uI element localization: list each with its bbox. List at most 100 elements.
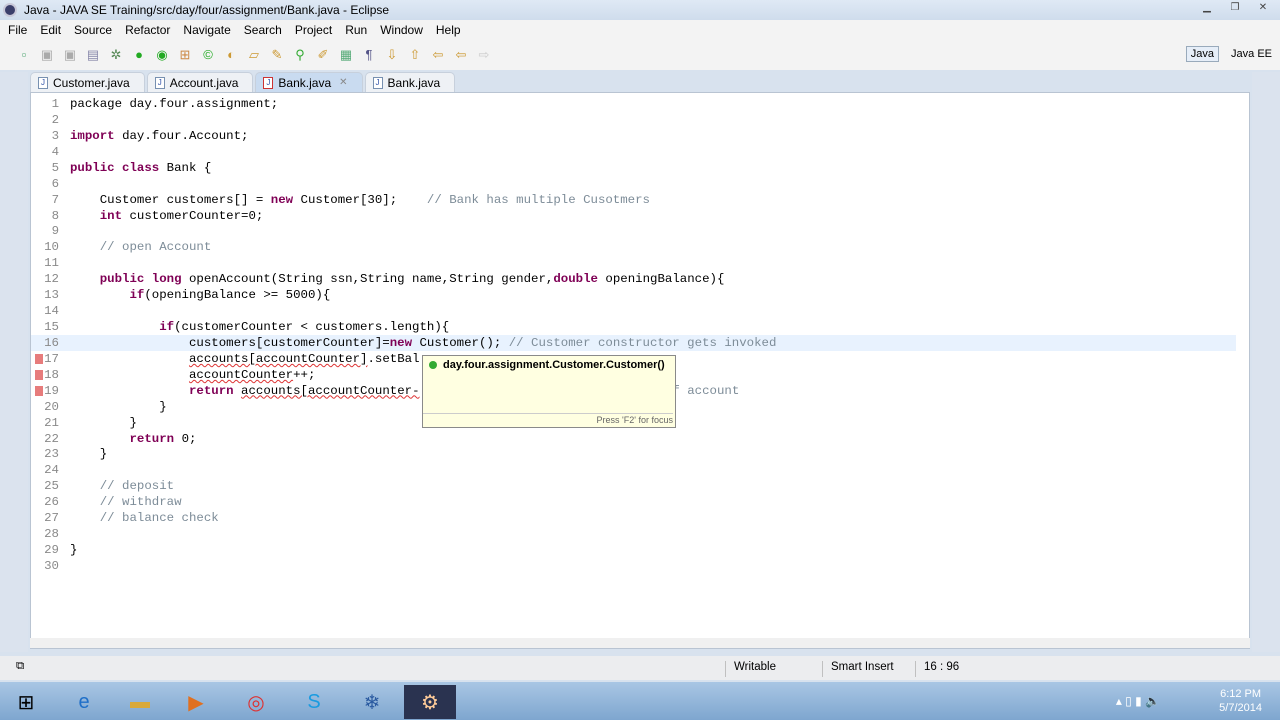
code-token: if bbox=[159, 320, 175, 335]
code-line[interactable]: 27 // balance check bbox=[31, 510, 1236, 526]
debug-icon[interactable]: ✲ bbox=[108, 47, 124, 63]
start-button[interactable]: ⊞ bbox=[0, 685, 52, 719]
code-line[interactable]: 30 bbox=[31, 558, 1236, 574]
toggle-highlight-icon[interactable]: ✐ bbox=[315, 47, 331, 63]
tab-label: Account.java bbox=[169, 75, 239, 90]
code-line[interactable]: 16 customers[customerCounter]=new Custom… bbox=[31, 334, 1236, 351]
code-line[interactable]: 11 bbox=[31, 255, 1236, 271]
code-text: } bbox=[70, 446, 107, 462]
code-line[interactable]: 8 int customerCounter=0; bbox=[31, 208, 1236, 224]
code-text: // deposit bbox=[70, 478, 174, 494]
code-line[interactable]: 28 bbox=[31, 526, 1236, 542]
code-token: // balance check bbox=[70, 511, 219, 526]
last-edit-icon[interactable]: ⇦ bbox=[430, 47, 446, 63]
code-line[interactable]: 10 // open Account bbox=[31, 239, 1236, 255]
line-number: 21 bbox=[44, 415, 59, 430]
close-button[interactable]: ✕ bbox=[1250, 2, 1276, 17]
code-line[interactable]: 1 package day.four.assignment; bbox=[31, 96, 1236, 112]
code-line[interactable]: 29} bbox=[31, 542, 1236, 558]
code-text: if(customerCounter < customers.length){ bbox=[70, 319, 449, 335]
maximize-button[interactable]: ❐ bbox=[1222, 2, 1248, 17]
tab-account-java[interactable]: J Account.java bbox=[146, 72, 254, 92]
menu-run[interactable]: Run bbox=[345, 23, 367, 37]
code-line[interactable]: 5 public class Bank { bbox=[31, 160, 1236, 176]
tab-customer-java[interactable]: J Customer.java bbox=[30, 72, 145, 92]
menu-project[interactable]: Project bbox=[295, 23, 332, 37]
prev-annotation-icon[interactable]: ⇧ bbox=[407, 47, 423, 63]
chrome-icon[interactable]: ◎ bbox=[230, 685, 282, 719]
menu-help[interactable]: Help bbox=[436, 23, 461, 37]
menu-search[interactable]: Search bbox=[244, 23, 282, 37]
print-icon[interactable]: ▤ bbox=[85, 47, 101, 63]
tray-icons[interactable]: ▴ ▯ ▮ 🔈 bbox=[1116, 694, 1160, 708]
back-icon[interactable]: ⇦ bbox=[453, 47, 469, 63]
minimize-button[interactable]: ▁ bbox=[1194, 2, 1220, 17]
save-icon[interactable]: ▣ bbox=[39, 47, 55, 63]
code-token: package day.four.assignment; bbox=[70, 97, 279, 111]
menu-source[interactable]: Source bbox=[74, 23, 112, 37]
code-line[interactable]: 24 bbox=[31, 462, 1236, 478]
line-number: 17 bbox=[44, 351, 59, 366]
window-title: Java - JAVA SE Training/src/day/four/ass… bbox=[24, 3, 390, 17]
code-line[interactable]: 23 } bbox=[31, 446, 1236, 462]
line-number: 8 bbox=[51, 208, 59, 223]
show-whitespace-icon[interactable]: ¶ bbox=[361, 47, 377, 63]
clock-date[interactable]: 5/7/2014 bbox=[1219, 701, 1262, 715]
next-annotation-icon[interactable]: ⇩ bbox=[384, 47, 400, 63]
open-type-icon[interactable]: ◐ bbox=[223, 47, 239, 63]
menu-window[interactable]: Window bbox=[380, 23, 423, 37]
code-line[interactable]: 25 // deposit bbox=[31, 478, 1236, 494]
open-folder-icon[interactable]: ▱ bbox=[246, 47, 262, 63]
tab-bank-java[interactable]: J Bank.java ✕ bbox=[255, 72, 363, 92]
toggle-mark-icon[interactable]: ⚲ bbox=[292, 47, 308, 63]
code-token: // Bank has multiple Cusotmers bbox=[426, 192, 650, 207]
run-icon[interactable]: ● bbox=[131, 47, 147, 63]
search-icon[interactable]: ✎ bbox=[269, 47, 285, 63]
line-number: 16 bbox=[44, 335, 59, 350]
code-line[interactable]: 2 bbox=[31, 112, 1236, 128]
code-line[interactable]: 22 return 0; bbox=[31, 431, 1236, 447]
code-line[interactable]: 26 // withdraw bbox=[31, 494, 1236, 510]
editor-tabs: J Customer.java J Account.java J Bank.java ✕… bbox=[30, 72, 457, 92]
tab-bank-java-2[interactable]: J Bank.java bbox=[364, 72, 456, 92]
new-icon[interactable]: ▫ bbox=[16, 47, 32, 63]
menu-edit[interactable]: Edit bbox=[40, 23, 61, 37]
code-line[interactable]: 4 bbox=[31, 144, 1236, 160]
block-select-icon[interactable]: ▦ bbox=[338, 47, 354, 63]
eclipse-javaee-icon[interactable]: ⚙ bbox=[404, 685, 456, 719]
tooltip-item[interactable]: day.four.assignment.Customer.Customer() bbox=[443, 359, 665, 371]
java-file-icon: J bbox=[372, 77, 383, 89]
code-token: // deposit bbox=[70, 479, 175, 494]
code-line[interactable]: 14 bbox=[31, 303, 1236, 319]
skype-icon[interactable]: S bbox=[288, 685, 340, 719]
new-class-icon[interactable]: © bbox=[200, 47, 216, 63]
menu-navigate[interactable]: Navigate bbox=[183, 23, 230, 37]
code-line[interactable]: 7 Customer customers[] = new Customer[30… bbox=[31, 192, 1236, 208]
code-line[interactable]: 9 bbox=[31, 223, 1236, 239]
code-line[interactable]: 12 public long openAccount(String ssn,St… bbox=[31, 271, 1236, 287]
explorer-icon[interactable]: ▬ bbox=[114, 685, 166, 719]
clock-time[interactable]: 6:12 PM bbox=[1219, 687, 1262, 701]
close-tab-icon[interactable]: ✕ bbox=[339, 77, 347, 88]
forward-icon[interactable]: ⇨ bbox=[476, 47, 492, 63]
code-line[interactable]: 6 bbox=[31, 176, 1236, 192]
code-token: day.four.Account; bbox=[122, 128, 249, 143]
code-line[interactable]: 13 if(openingBalance >= 5000){ bbox=[31, 287, 1236, 303]
save-all-icon[interactable]: ▣ bbox=[62, 47, 78, 63]
run-external-icon[interactable]: ◉ bbox=[154, 47, 170, 63]
new-package-icon[interactable]: ⊞ bbox=[177, 47, 193, 63]
menu-refactor[interactable]: Refactor bbox=[125, 23, 170, 37]
snowflake-app-icon[interactable]: ❄ bbox=[346, 685, 398, 719]
code-line[interactable]: 3 import day.four.Account; bbox=[31, 128, 1236, 144]
line-number: 28 bbox=[44, 527, 59, 542]
ie-icon[interactable]: e bbox=[58, 685, 110, 719]
fast-view-icon[interactable]: ⧉ bbox=[16, 660, 24, 673]
perspective-java[interactable]: Java bbox=[1185, 46, 1220, 62]
code-line[interactable]: 15 if(customerCounter < customers.length… bbox=[31, 319, 1236, 335]
perspective-javaee[interactable]: Java EE bbox=[1227, 47, 1276, 61]
horizontal-scrollbar[interactable] bbox=[30, 638, 1250, 648]
line-number: 25 bbox=[44, 479, 59, 494]
media-player-icon[interactable]: ▶ bbox=[170, 685, 222, 719]
menu-file[interactable]: File bbox=[8, 23, 27, 37]
